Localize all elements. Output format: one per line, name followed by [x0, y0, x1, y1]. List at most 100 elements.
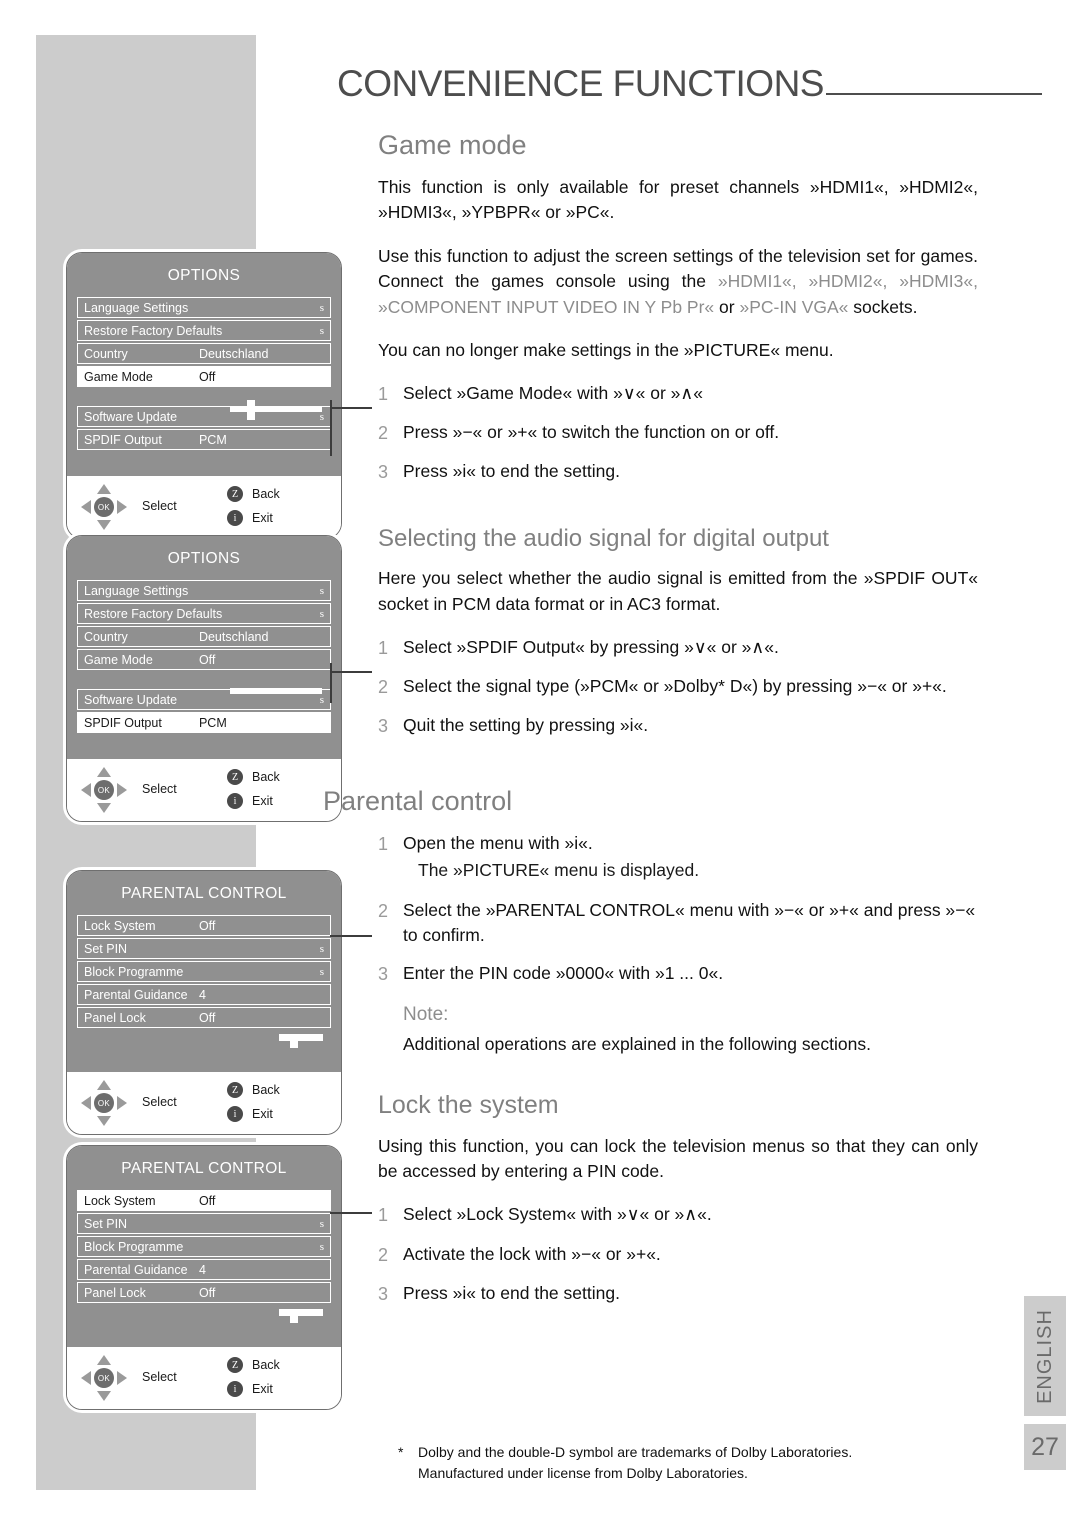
step-number: 2	[378, 677, 389, 698]
osd-row-label: Game Mode	[84, 369, 153, 384]
osd-row[interactable]: Game Mode Off	[77, 649, 331, 670]
osd-panel-options-spdif[interactable]: OPTIONS Language Settings s Restore Fact…	[66, 535, 342, 822]
osd-footer-exit[interactable]: i Exit	[227, 1381, 273, 1397]
osd-row[interactable]: Country Deutschland	[77, 343, 331, 364]
step-item: 3 Enter the PIN code »0000« with »1 ... …	[378, 961, 978, 987]
step-text: Quit the setting by pressing »i«.	[403, 715, 649, 736]
exit-badge-icon: i	[227, 510, 243, 526]
osd-title: OPTIONS	[167, 267, 241, 284]
osd-row[interactable]: Parental Guidance 4	[77, 984, 331, 1005]
submenu-chevron-icon: s	[319, 584, 324, 597]
osd-footer-exit[interactable]: i Exit	[227, 1106, 273, 1122]
osd-row[interactable]: Set PIN s	[77, 1213, 331, 1234]
osd-row-label: Restore Factory Defaults	[84, 606, 223, 621]
scroll-down-stem	[290, 1041, 298, 1048]
callout-leader-horizontal	[330, 407, 372, 409]
osd-row-label: Restore Factory Defaults	[84, 323, 223, 338]
osd-row-label: Game Mode	[84, 652, 153, 667]
ok-button-icon: OK	[94, 497, 114, 517]
step-number: 1	[378, 637, 389, 658]
callout-nib	[230, 688, 322, 694]
osd-row[interactable]: Language Settings s	[77, 297, 331, 318]
osd-row-label: Set PIN	[84, 941, 128, 956]
osd-row[interactable]: Language Settings s	[77, 580, 331, 601]
osd-footer-back[interactable]: Z Back	[227, 1357, 280, 1373]
navigation-pad-icon[interactable]: OK	[81, 767, 127, 813]
submenu-chevron-icon: s	[319, 965, 324, 978]
osd-row[interactable]: Lock System Off	[77, 915, 331, 936]
header-rule	[825, 93, 1042, 95]
osd-footer-back[interactable]: Z Back	[227, 769, 280, 785]
osd-row-label: SPDIF Output	[84, 715, 162, 730]
navigation-pad-icon[interactable]: OK	[81, 1080, 127, 1126]
step-number: 3	[378, 462, 389, 483]
step-text: Press »i« to end the setting.	[403, 1282, 620, 1303]
osd-row-selected[interactable]: Game Mode Off	[77, 366, 331, 387]
osd-row[interactable]: Block Programme s	[77, 1236, 331, 1257]
osd-row-label: Software Update	[84, 692, 178, 707]
arrow-down-icon	[97, 803, 111, 813]
language-tab: ENGLISH	[1024, 1296, 1066, 1416]
step-item: 2 Select the signal type (»PCM« or »Dolb…	[378, 674, 978, 700]
osd-row-label: Panel Lock	[84, 1010, 146, 1025]
step-item: 3 Quit the setting by pressing »i«.	[378, 713, 978, 739]
arrow-up-icon	[97, 1080, 111, 1090]
submenu-chevron-icon: s	[319, 693, 324, 706]
step-text: Open the menu with »i«.	[403, 833, 593, 854]
step-text: Select the signal type (»PCM« or »Dolby*…	[403, 676, 947, 697]
osd-row[interactable]: Parental Guidance 4	[77, 1259, 331, 1280]
osd-row[interactable]: Block Programme s	[77, 961, 331, 982]
osd-footer-exit-label: Exit	[252, 794, 273, 808]
osd-row[interactable]: Panel Lock Off	[77, 1282, 331, 1303]
ok-button-icon: OK	[94, 1368, 114, 1388]
osd-row[interactable]: Restore Factory Defaults s	[77, 603, 331, 624]
osd-row[interactable]: Restore Factory Defaults s	[77, 320, 331, 341]
osd-body: OPTIONS Language Settings s Restore Fact…	[67, 253, 341, 476]
paragraph-game-mode-1: This function is only available for pres…	[378, 177, 978, 223]
osd-panel-parental-control[interactable]: PARENTAL CONTROL Lock System Off Set PIN…	[66, 870, 342, 1135]
arrow-left-icon	[81, 1096, 91, 1110]
submenu-chevron-icon: s	[319, 1217, 324, 1230]
osd-title: OPTIONS	[167, 550, 241, 567]
osd-row-value: PCM	[198, 432, 227, 447]
osd-footer-exit[interactable]: i Exit	[227, 510, 273, 526]
osd-row[interactable]: Set PIN s	[77, 938, 331, 959]
navigation-pad-icon[interactable]: OK	[81, 1355, 127, 1401]
step-text: Select »Lock System« with »∨« or »∧«.	[403, 1204, 712, 1225]
osd-row-selected[interactable]: Lock System Off	[77, 1190, 331, 1211]
osd-row-label: Software Update	[84, 409, 178, 424]
callout-leader-horizontal	[330, 671, 372, 673]
osd-footer-back-label: Back	[252, 1083, 280, 1097]
osd-body: PARENTAL CONTROL Lock System Off Set PIN…	[67, 1146, 341, 1347]
osd-row[interactable]: Country Deutschland	[77, 626, 331, 647]
osd-row-label: Language Settings	[84, 300, 189, 315]
osd-row-value: 4	[198, 987, 206, 1002]
osd-footer-exit[interactable]: i Exit	[227, 793, 273, 809]
osd-row[interactable]: SPDIF Output PCM	[77, 429, 331, 450]
back-badge-icon: Z	[227, 1082, 243, 1098]
osd-footer-back-label: Back	[252, 487, 280, 501]
osd-footer-back[interactable]: Z Back	[227, 486, 280, 502]
submenu-chevron-icon: s	[319, 607, 324, 620]
osd-panel-options-game-mode[interactable]: OPTIONS Language Settings s Restore Fact…	[66, 252, 342, 539]
heading-lock-the-system: Lock the system	[378, 1090, 559, 1119]
osd-row-value: Off	[198, 918, 216, 933]
osd-footer-back[interactable]: Z Back	[227, 1082, 280, 1098]
step-number: 1	[378, 384, 389, 405]
osd-row-label: Parental Guidance	[84, 987, 188, 1002]
ok-button-icon: OK	[94, 780, 114, 800]
osd-row[interactable]: Panel Lock Off	[77, 1007, 331, 1028]
arrow-down-icon	[97, 1391, 111, 1401]
osd-footer: OK Select Z Back i Exit	[67, 476, 341, 538]
arrow-down-icon	[97, 520, 111, 530]
submenu-chevron-icon: s	[319, 1240, 324, 1253]
osd-panel-parental-control-lock[interactable]: PARENTAL CONTROL Lock System Off Set PIN…	[66, 1145, 342, 1410]
osd-row-selected[interactable]: SPDIF Output PCM	[77, 712, 331, 733]
main-content: Game mode This function is only availabl…	[323, 130, 978, 1320]
navigation-pad-icon[interactable]: OK	[81, 484, 127, 530]
submenu-chevron-icon: s	[319, 942, 324, 955]
footnote-asterisk: *	[398, 1444, 404, 1460]
arrow-up-icon	[97, 484, 111, 494]
callout-leader-horizontal	[330, 935, 372, 937]
note-body: Additional operations are explained in t…	[403, 1033, 871, 1054]
